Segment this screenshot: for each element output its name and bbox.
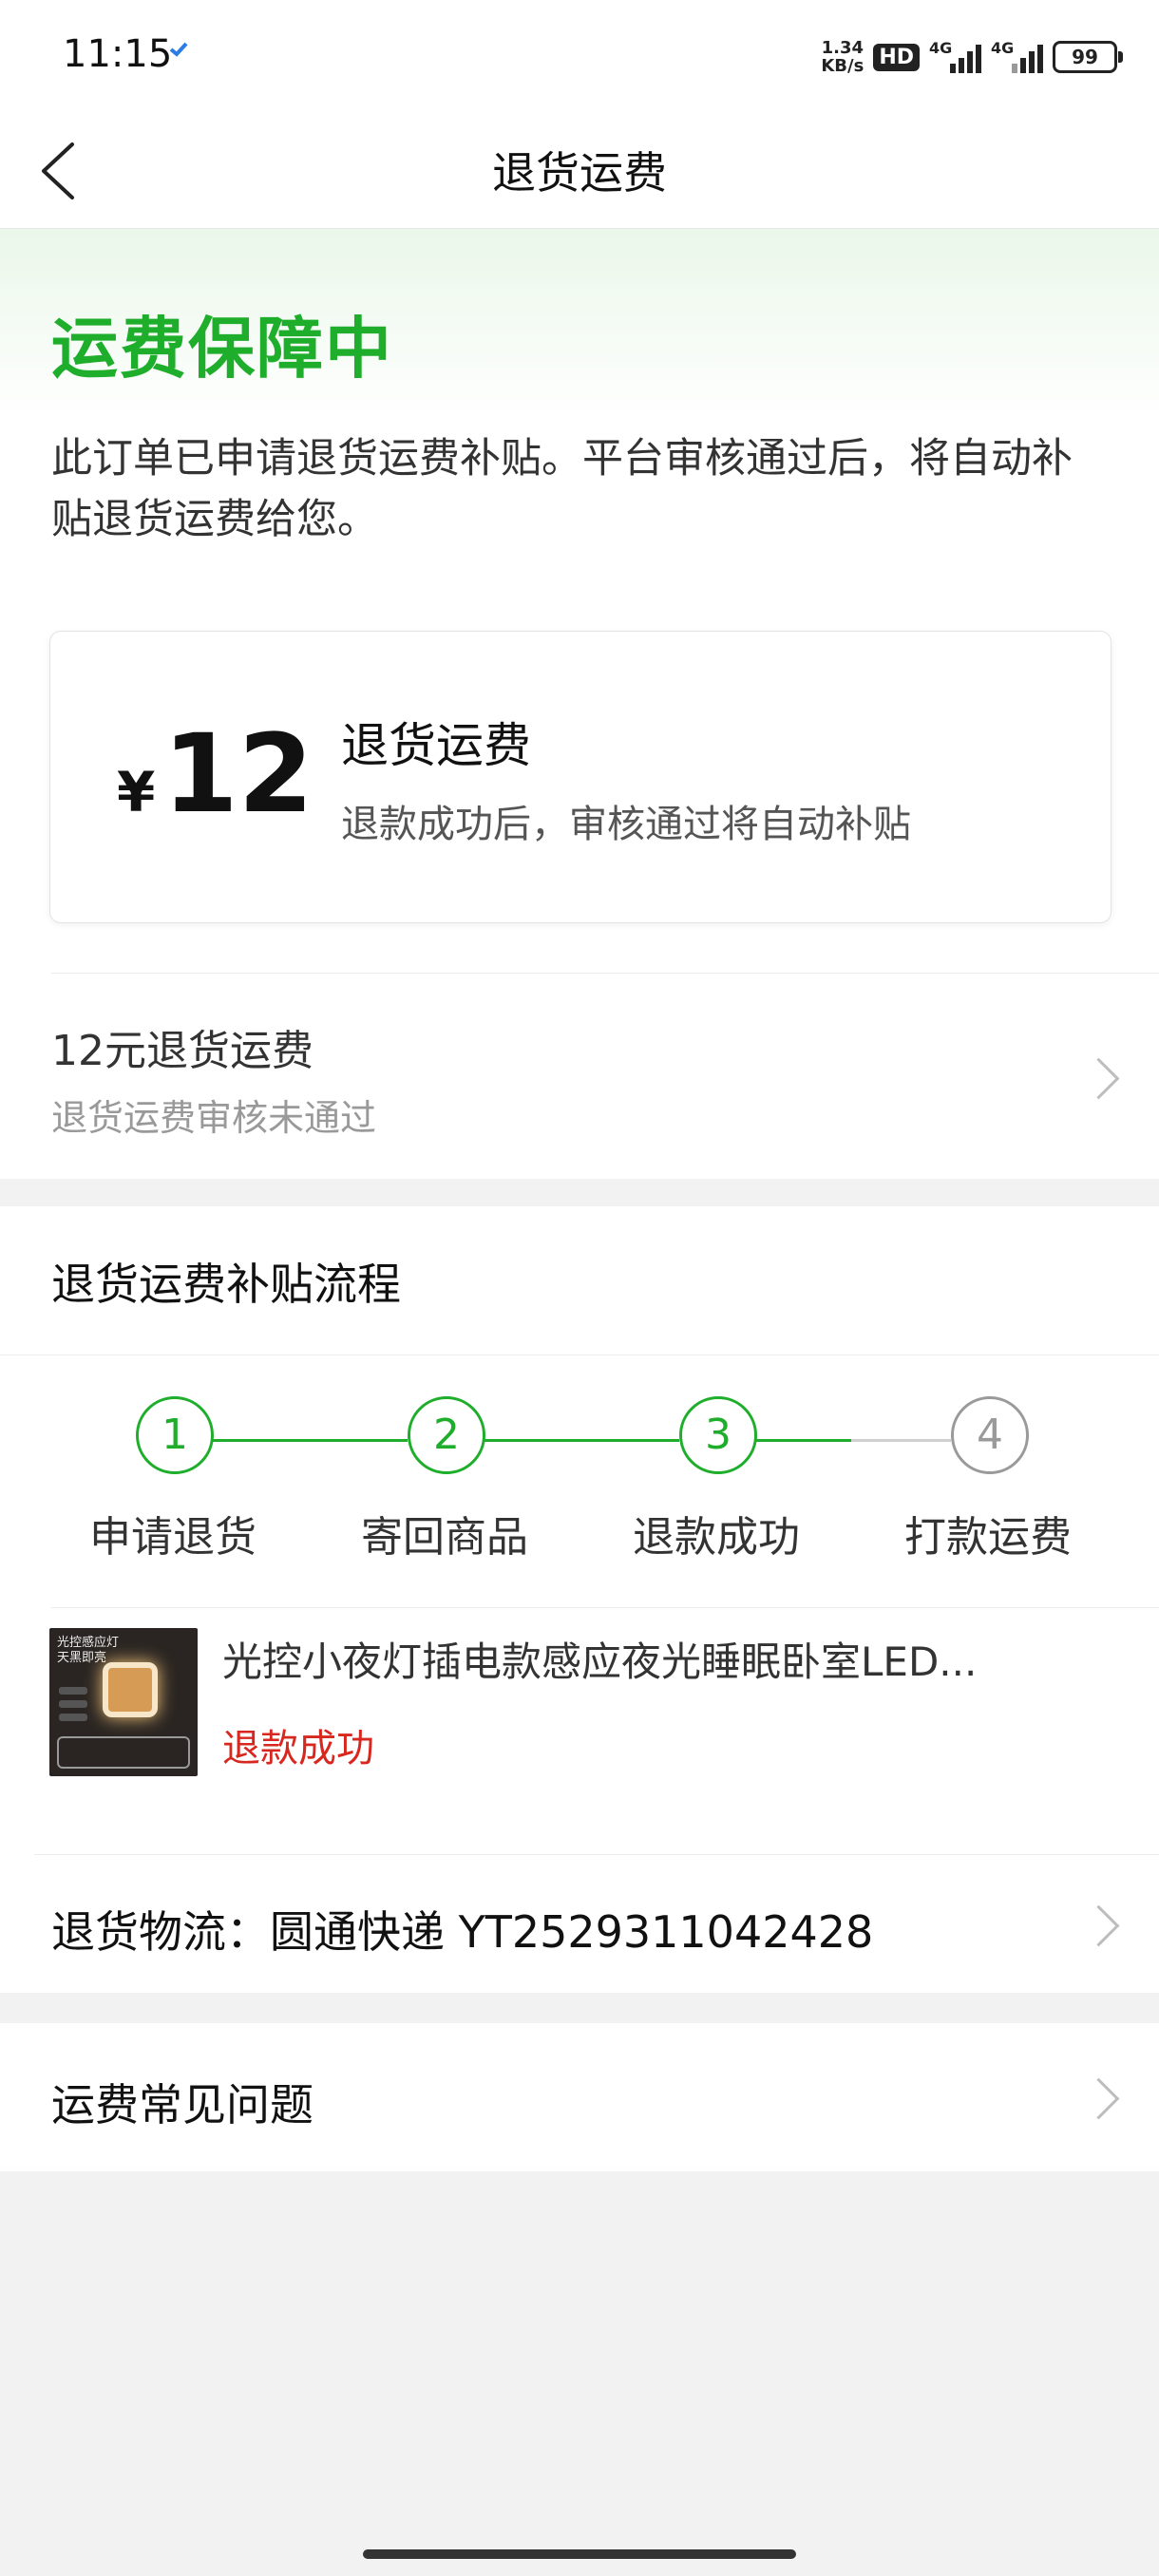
chevron-right-icon <box>1077 1057 1120 1100</box>
subsidy-status: 退货运费审核未通过 <box>51 1097 377 1139</box>
subsidy-status-row[interactable]: 12元退货运费 退货运费审核未通过 <box>0 973 1159 1182</box>
step-connector <box>851 1439 951 1442</box>
step-connector <box>208 1439 408 1442</box>
subsidy-title: 12元退货运费 <box>51 1027 314 1075</box>
step-4-label: 打款运费 <box>904 1513 1072 1562</box>
fee-value: 12 <box>162 710 314 837</box>
process-title: 退货运费补贴流程 <box>51 1259 401 1310</box>
image-decoration <box>59 1687 87 1695</box>
battery-icon: 99 <box>1053 41 1123 73</box>
refund-status: 退款成功 <box>222 1727 374 1771</box>
step-1-label: 申请退货 <box>89 1513 256 1562</box>
divider <box>0 1354 1159 1355</box>
process-section: 退货运费补贴流程 1 2 3 4 申请退货 寄回商品 退款成功 打款运费 光控感… <box>0 1206 1159 1993</box>
step-4-circle: 4 <box>951 1396 1029 1474</box>
step-connector <box>480 1439 679 1442</box>
protection-description: 此订单已申请退货运费补贴。平台审核通过后，将自动补贴退货运费给您。 <box>51 435 1073 543</box>
signal-icon: 4G <box>929 39 981 73</box>
fee-card: ¥ 12 退货运费 退款成功后，审核通过将自动补贴 <box>49 631 1112 923</box>
divider <box>51 973 1159 974</box>
step-3-circle: 3 <box>679 1396 757 1474</box>
status-time: 11:15 <box>63 32 173 76</box>
fee-title: 退货运费 <box>341 718 531 773</box>
protection-title: 运费保障中 <box>51 310 393 388</box>
chevron-right-icon <box>1077 1904 1120 1947</box>
logistics-info: 退货物流：圆通快递 YT2529311042428 <box>51 1906 874 1958</box>
page-title: 退货运费 <box>492 147 667 199</box>
step-1-circle: 1 <box>136 1396 214 1474</box>
step-2-circle: 2 <box>408 1396 485 1474</box>
currency-symbol: ¥ <box>117 760 156 824</box>
verified-check-icon <box>169 42 188 57</box>
product-thumbnail: 光控感应灯 天黑即亮 <box>49 1628 198 1776</box>
divider <box>51 1607 1159 1608</box>
image-decoration <box>59 1714 87 1721</box>
chevron-right-icon <box>1077 2077 1120 2120</box>
step-2-label: 寄回商品 <box>361 1513 528 1562</box>
signal-icon-2: 4G <box>991 39 1043 73</box>
image-decoration <box>59 1700 87 1708</box>
faq-row[interactable]: 运费常见问题 <box>0 2023 1159 2171</box>
process-steps: 1 2 3 4 申请退货 寄回商品 退款成功 打款运费 <box>0 1396 1159 1586</box>
faq-label: 运费常见问题 <box>51 2079 314 2131</box>
step-3-label: 退款成功 <box>633 1513 800 1562</box>
network-speed: 1.34 KB/s <box>821 38 864 76</box>
hd-voice-icon: HD <box>873 43 920 71</box>
nav-header: 退货运费 <box>0 114 1159 229</box>
status-bar: 11:15 1.34 KB/s HD 4G 4G 99 <box>0 0 1159 114</box>
logistics-row[interactable]: 退货物流：圆通快递 YT2529311042428 <box>0 1856 1159 1993</box>
fee-subtitle: 退款成功后，审核通过将自动补贴 <box>341 803 911 846</box>
image-decoration <box>57 1736 190 1769</box>
night-light-graphic <box>103 1662 158 1717</box>
step-connector <box>751 1439 851 1442</box>
protection-section: 运费保障中 此订单已申请退货运费补贴。平台审核通过后，将自动补贴退货运费给您。 … <box>0 229 1159 1179</box>
product-item[interactable]: 光控感应灯 天黑即亮 光控小夜灯插电款感应夜光睡眠卧室LED... 退款成功 <box>0 1624 1159 1795</box>
product-name: 光控小夜灯插电款感应夜光睡眠卧室LED... <box>222 1638 978 1685</box>
divider <box>34 1854 1159 1855</box>
fee-amount: ¥ 12 <box>117 717 314 831</box>
home-indicator[interactable] <box>363 2549 796 2559</box>
